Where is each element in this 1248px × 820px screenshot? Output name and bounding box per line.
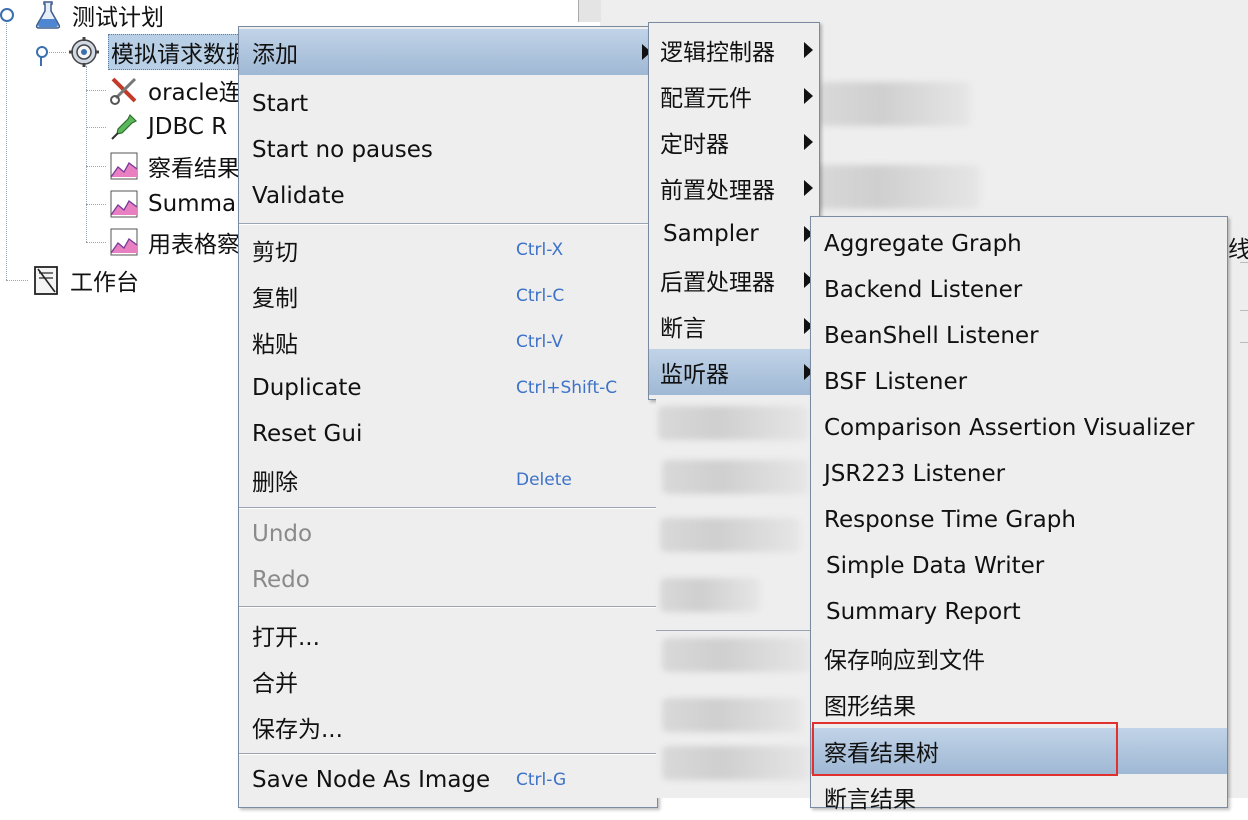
menu-item-redo: Redo	[252, 567, 310, 593]
menu-item-save-node-as-image[interactable]: Save Node As Image Ctrl-G	[239, 757, 657, 803]
menu-item-comparison-assertion-visualizer[interactable]: Comparison Assertion Visualizer	[811, 405, 1227, 451]
menu-item-add[interactable]: 添加	[239, 29, 657, 75]
menu-separator	[239, 606, 657, 608]
menu-item-timer[interactable]: 定时器	[649, 119, 819, 165]
menu-item-cut[interactable]: 剪切 Ctrl-X	[239, 227, 657, 273]
menu-item-merge[interactable]: 合并	[239, 658, 657, 704]
tree-node-thread-group[interactable]: 模拟请求数据	[68, 34, 252, 70]
menu-item-start-no-pauses[interactable]: Start no pauses	[239, 127, 657, 173]
flask-icon	[35, 1, 61, 29]
menu-item-validate[interactable]: Validate	[239, 173, 657, 219]
menu-item-aggregate-graph[interactable]: Aggregate Graph	[811, 221, 1227, 267]
menu-item-assertion[interactable]: 断言	[649, 303, 819, 349]
tree-node-oracle-config[interactable]: oracle连	[108, 73, 242, 107]
tree-node-table-results[interactable]: 用表格察	[108, 225, 240, 259]
chevron-right-icon	[804, 180, 813, 196]
notepad-icon	[34, 266, 58, 295]
chevron-right-icon	[804, 88, 813, 104]
menu-item-assertion-results[interactable]: 断言结果	[811, 774, 1227, 820]
menu-item-paste[interactable]: 粘贴 Ctrl-V	[239, 319, 657, 365]
menu-item-backend-listener[interactable]: Backend Listener	[811, 267, 1227, 313]
menu-separator	[239, 223, 657, 225]
graph-icon	[110, 152, 138, 180]
menu-separator	[239, 753, 657, 755]
chevron-right-icon	[804, 134, 813, 150]
splitter-handle[interactable]	[578, 0, 601, 22]
menu-item-bsf-listener[interactable]: BSF Listener	[811, 359, 1227, 405]
menu-item-reset-gui[interactable]: Reset Gui	[239, 411, 657, 457]
expand-toggle[interactable]	[36, 46, 48, 58]
menu-item-save-responses-to-file[interactable]: 保存响应到文件	[811, 635, 1227, 681]
graph-icon	[110, 190, 138, 218]
menu-item-listener[interactable]: 监听器	[649, 349, 819, 395]
menu-item-save-as[interactable]: 保存为...	[239, 704, 657, 750]
chevron-right-icon	[804, 42, 813, 58]
menu-item-open[interactable]: 打开...	[239, 612, 657, 658]
menu-item-graph-results[interactable]: 图形结果	[811, 681, 1227, 727]
wrench-screwdriver-icon	[110, 77, 137, 105]
annotation-highlight-box	[812, 722, 1118, 776]
listener-submenu: Aggregate Graph Backend Listener BeanShe…	[810, 216, 1228, 813]
menu-separator	[239, 507, 657, 509]
tree-node-jdbc-request[interactable]: JDBC R	[108, 110, 227, 144]
blurred-menu-area	[656, 398, 814, 798]
menu-item-start[interactable]: Start	[239, 81, 657, 127]
pipette-icon	[111, 113, 138, 140]
menu-item-logic-controller[interactable]: 逻辑控制器	[649, 27, 819, 73]
menu-item-undo: Undo	[252, 521, 313, 547]
menu-item-post-processor[interactable]: 后置处理器	[649, 257, 819, 303]
menu-item-config-element[interactable]: 配置元件	[649, 73, 819, 119]
context-menu: 添加 Start Start no pauses Validate 剪切 Ctr…	[238, 26, 658, 808]
add-submenu: 逻辑控制器 配置元件 定时器 前置处理器 Sampler 后置处理器 断言 监听…	[648, 22, 820, 400]
menu-item-beanshell-listener[interactable]: BeanShell Listener	[811, 313, 1227, 359]
menu-item-pre-processor[interactable]: 前置处理器	[649, 165, 819, 211]
partial-label: 线	[1228, 237, 1248, 263]
menu-item-summary-report[interactable]: Summary Report	[811, 589, 1227, 635]
menu-item-copy[interactable]: 复制 Ctrl-C	[239, 273, 657, 319]
menu-item-jsr223-listener[interactable]: JSR223 Listener	[811, 451, 1227, 497]
tree-node-test-plan[interactable]: 测试计划	[32, 0, 164, 32]
expand-toggle[interactable]	[0, 8, 14, 22]
graph-icon	[110, 228, 138, 256]
blurred-content	[810, 165, 980, 209]
tree-node-view-results[interactable]: 察看结果	[108, 149, 240, 183]
gear-icon	[69, 37, 99, 67]
menu-item-sampler[interactable]: Sampler	[649, 211, 819, 257]
menu-item-delete[interactable]: 删除 Delete	[239, 457, 657, 503]
menu-item-duplicate[interactable]: Duplicate Ctrl+Shift-C	[239, 365, 657, 411]
tree-node-summary[interactable]: Summa	[108, 187, 236, 221]
menu-item-simple-data-writer[interactable]: Simple Data Writer	[811, 543, 1227, 589]
tree-node-workbench[interactable]: 工作台	[30, 263, 139, 297]
menu-item-response-time-graph[interactable]: Response Time Graph	[811, 497, 1227, 543]
blurred-content	[820, 82, 970, 126]
